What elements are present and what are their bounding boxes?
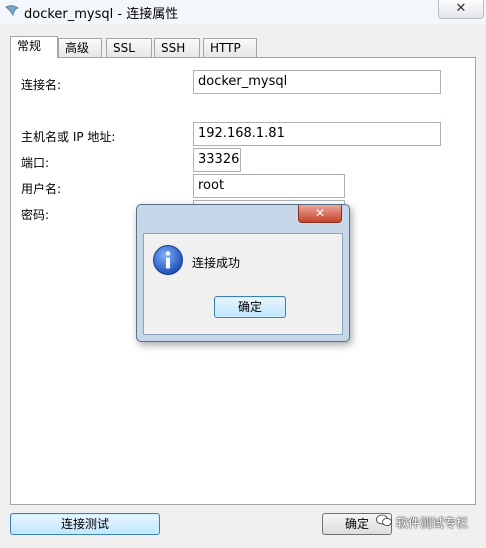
- host-label: 主机名或 IP 地址:: [21, 130, 116, 144]
- dialog-ok-button[interactable]: 确定: [214, 296, 286, 318]
- tab-advanced[interactable]: 高级: [58, 38, 102, 57]
- info-icon: [153, 245, 183, 275]
- dialog-body: 连接成功 确定: [143, 233, 343, 335]
- port-label: 端口:: [21, 156, 50, 170]
- username-input[interactable]: root: [193, 174, 345, 198]
- window-title: docker_mysql - 连接属性: [24, 7, 179, 22]
- password-label: 密码:: [21, 208, 50, 222]
- dialog-message: 连接成功: [192, 256, 241, 270]
- watermark-text: 软件测试专栏: [376, 514, 468, 531]
- window-close-button[interactable]: ✕: [438, 0, 484, 19]
- wechat-icon: [376, 514, 396, 530]
- tab-http[interactable]: HTTP: [203, 38, 257, 57]
- title-bar: docker_mysql - 连接属性 ✕: [0, 0, 486, 24]
- message-dialog: ✕ 连接成功 确定: [136, 204, 350, 342]
- tab-general[interactable]: 常规: [10, 36, 58, 58]
- dialog-close-button[interactable]: ✕: [298, 205, 342, 223]
- app-icon: [5, 5, 19, 17]
- connection-name-input[interactable]: docker_mysql: [193, 70, 441, 94]
- tab-ssl[interactable]: SSL: [106, 38, 152, 57]
- watermark-label: 软件测试专栏: [396, 516, 469, 530]
- test-connection-button[interactable]: 连接测试: [10, 513, 160, 535]
- host-input[interactable]: 192.168.1.81: [193, 122, 441, 146]
- connection-name-label: 连接名:: [21, 78, 62, 92]
- port-input[interactable]: 33326: [193, 148, 241, 172]
- tab-ssh[interactable]: SSH: [154, 38, 200, 57]
- username-label: 用户名:: [21, 182, 62, 196]
